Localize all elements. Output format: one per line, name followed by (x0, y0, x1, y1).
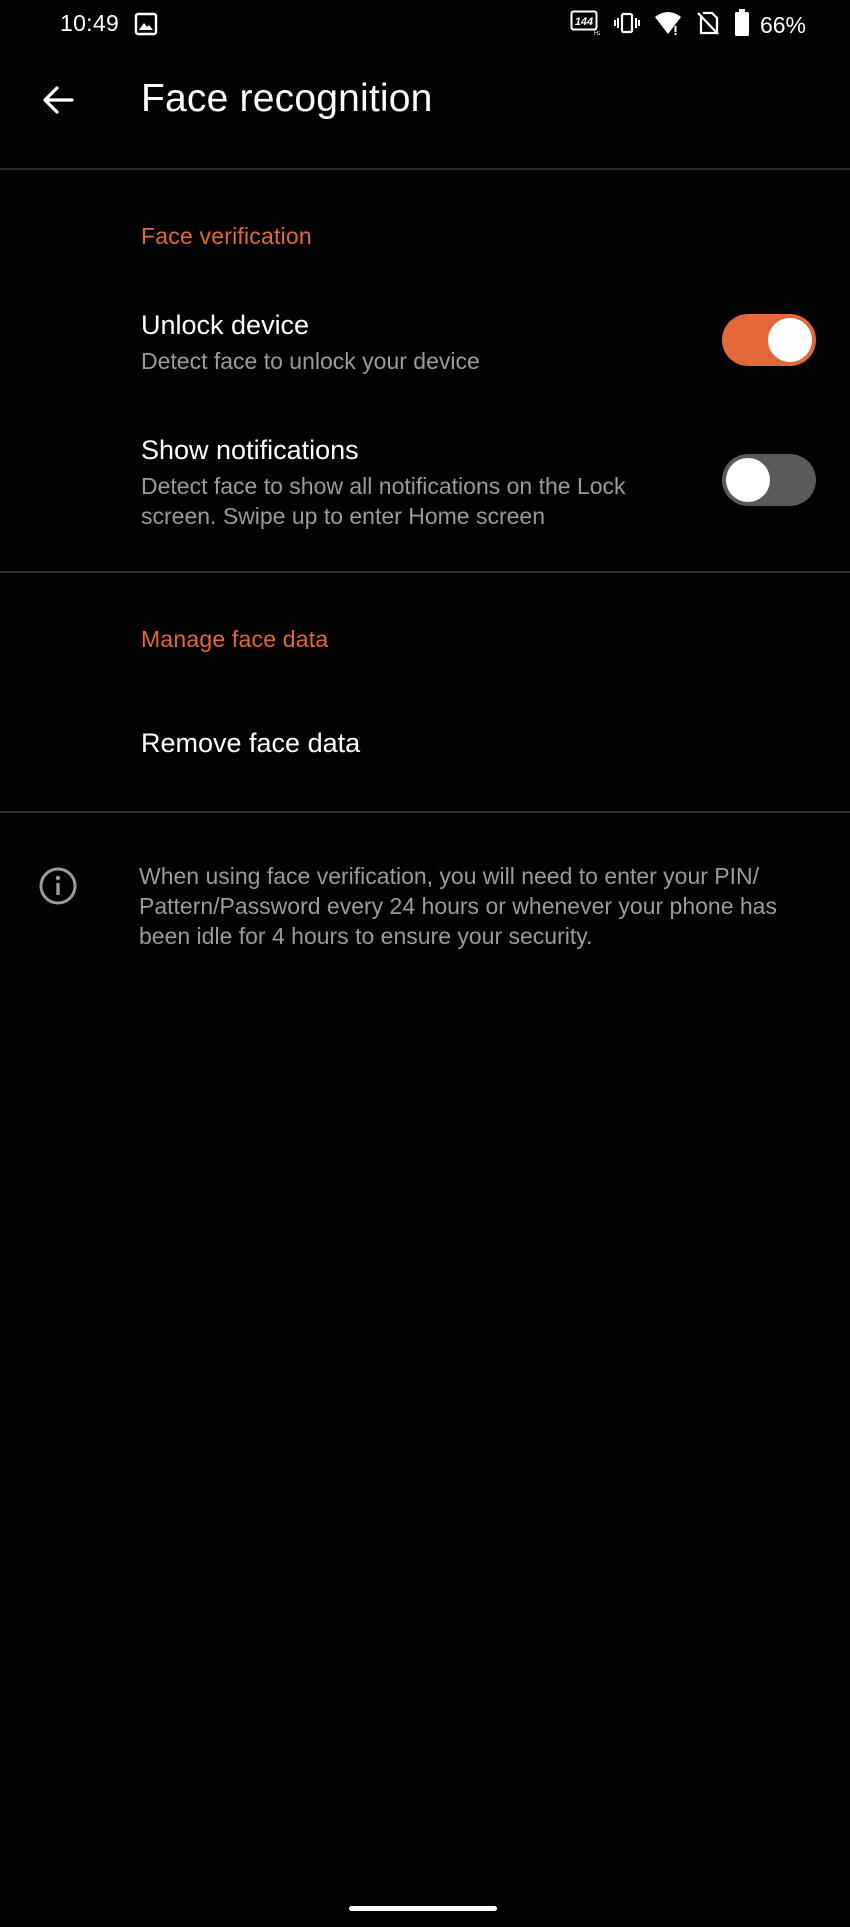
toggle-knob (768, 318, 812, 362)
status-icons: 144 Hz 66% (570, 9, 806, 42)
battery-icon (734, 9, 750, 42)
vibrate-icon (613, 11, 640, 40)
divider (0, 168, 850, 170)
svg-text:144: 144 (575, 16, 593, 28)
setting-title: Unlock device (141, 310, 310, 340)
divider (0, 571, 850, 573)
divider (0, 811, 850, 813)
battery-percent: 66% (759, 12, 806, 38)
page-title: Face recognition (141, 77, 433, 120)
setting-title: Show notifications (141, 435, 359, 465)
image-icon (134, 12, 158, 41)
section-header-face-verification: Face verification (141, 223, 312, 249)
setting-title: Remove face data (141, 728, 361, 758)
section-header-manage-face-data: Manage face data (141, 626, 329, 652)
home-indicator[interactable] (349, 1906, 497, 1911)
setting-remove-face-data[interactable]: Remove face data (0, 700, 850, 790)
setting-summary: Detect face to show all notifications on… (141, 473, 626, 529)
unlock-device-toggle[interactable] (722, 314, 816, 366)
svg-text:Hz: Hz (594, 31, 600, 36)
show-notifications-toggle[interactable] (722, 454, 816, 506)
setting-show-notifications[interactable]: Show notifications Detect face to show a… (0, 420, 850, 550)
back-button[interactable] (30, 74, 86, 130)
setting-summary: Detect face to unlock your device (141, 348, 480, 374)
wifi-icon (654, 10, 682, 41)
info-icon (38, 866, 78, 911)
refresh-rate-icon: 144 Hz (570, 10, 601, 41)
status-bar: 10:49 144 Hz 66% (0, 0, 850, 50)
app-bar: Face recognition (0, 50, 850, 168)
info-text: When using face verification, you will n… (139, 863, 777, 949)
no-sim-icon (696, 10, 720, 41)
arrow-back-icon (40, 82, 76, 123)
toggle-knob (726, 458, 770, 502)
status-time: 10:49 (60, 10, 120, 36)
setting-unlock-device[interactable]: Unlock device Detect face to unlock your… (0, 295, 850, 405)
